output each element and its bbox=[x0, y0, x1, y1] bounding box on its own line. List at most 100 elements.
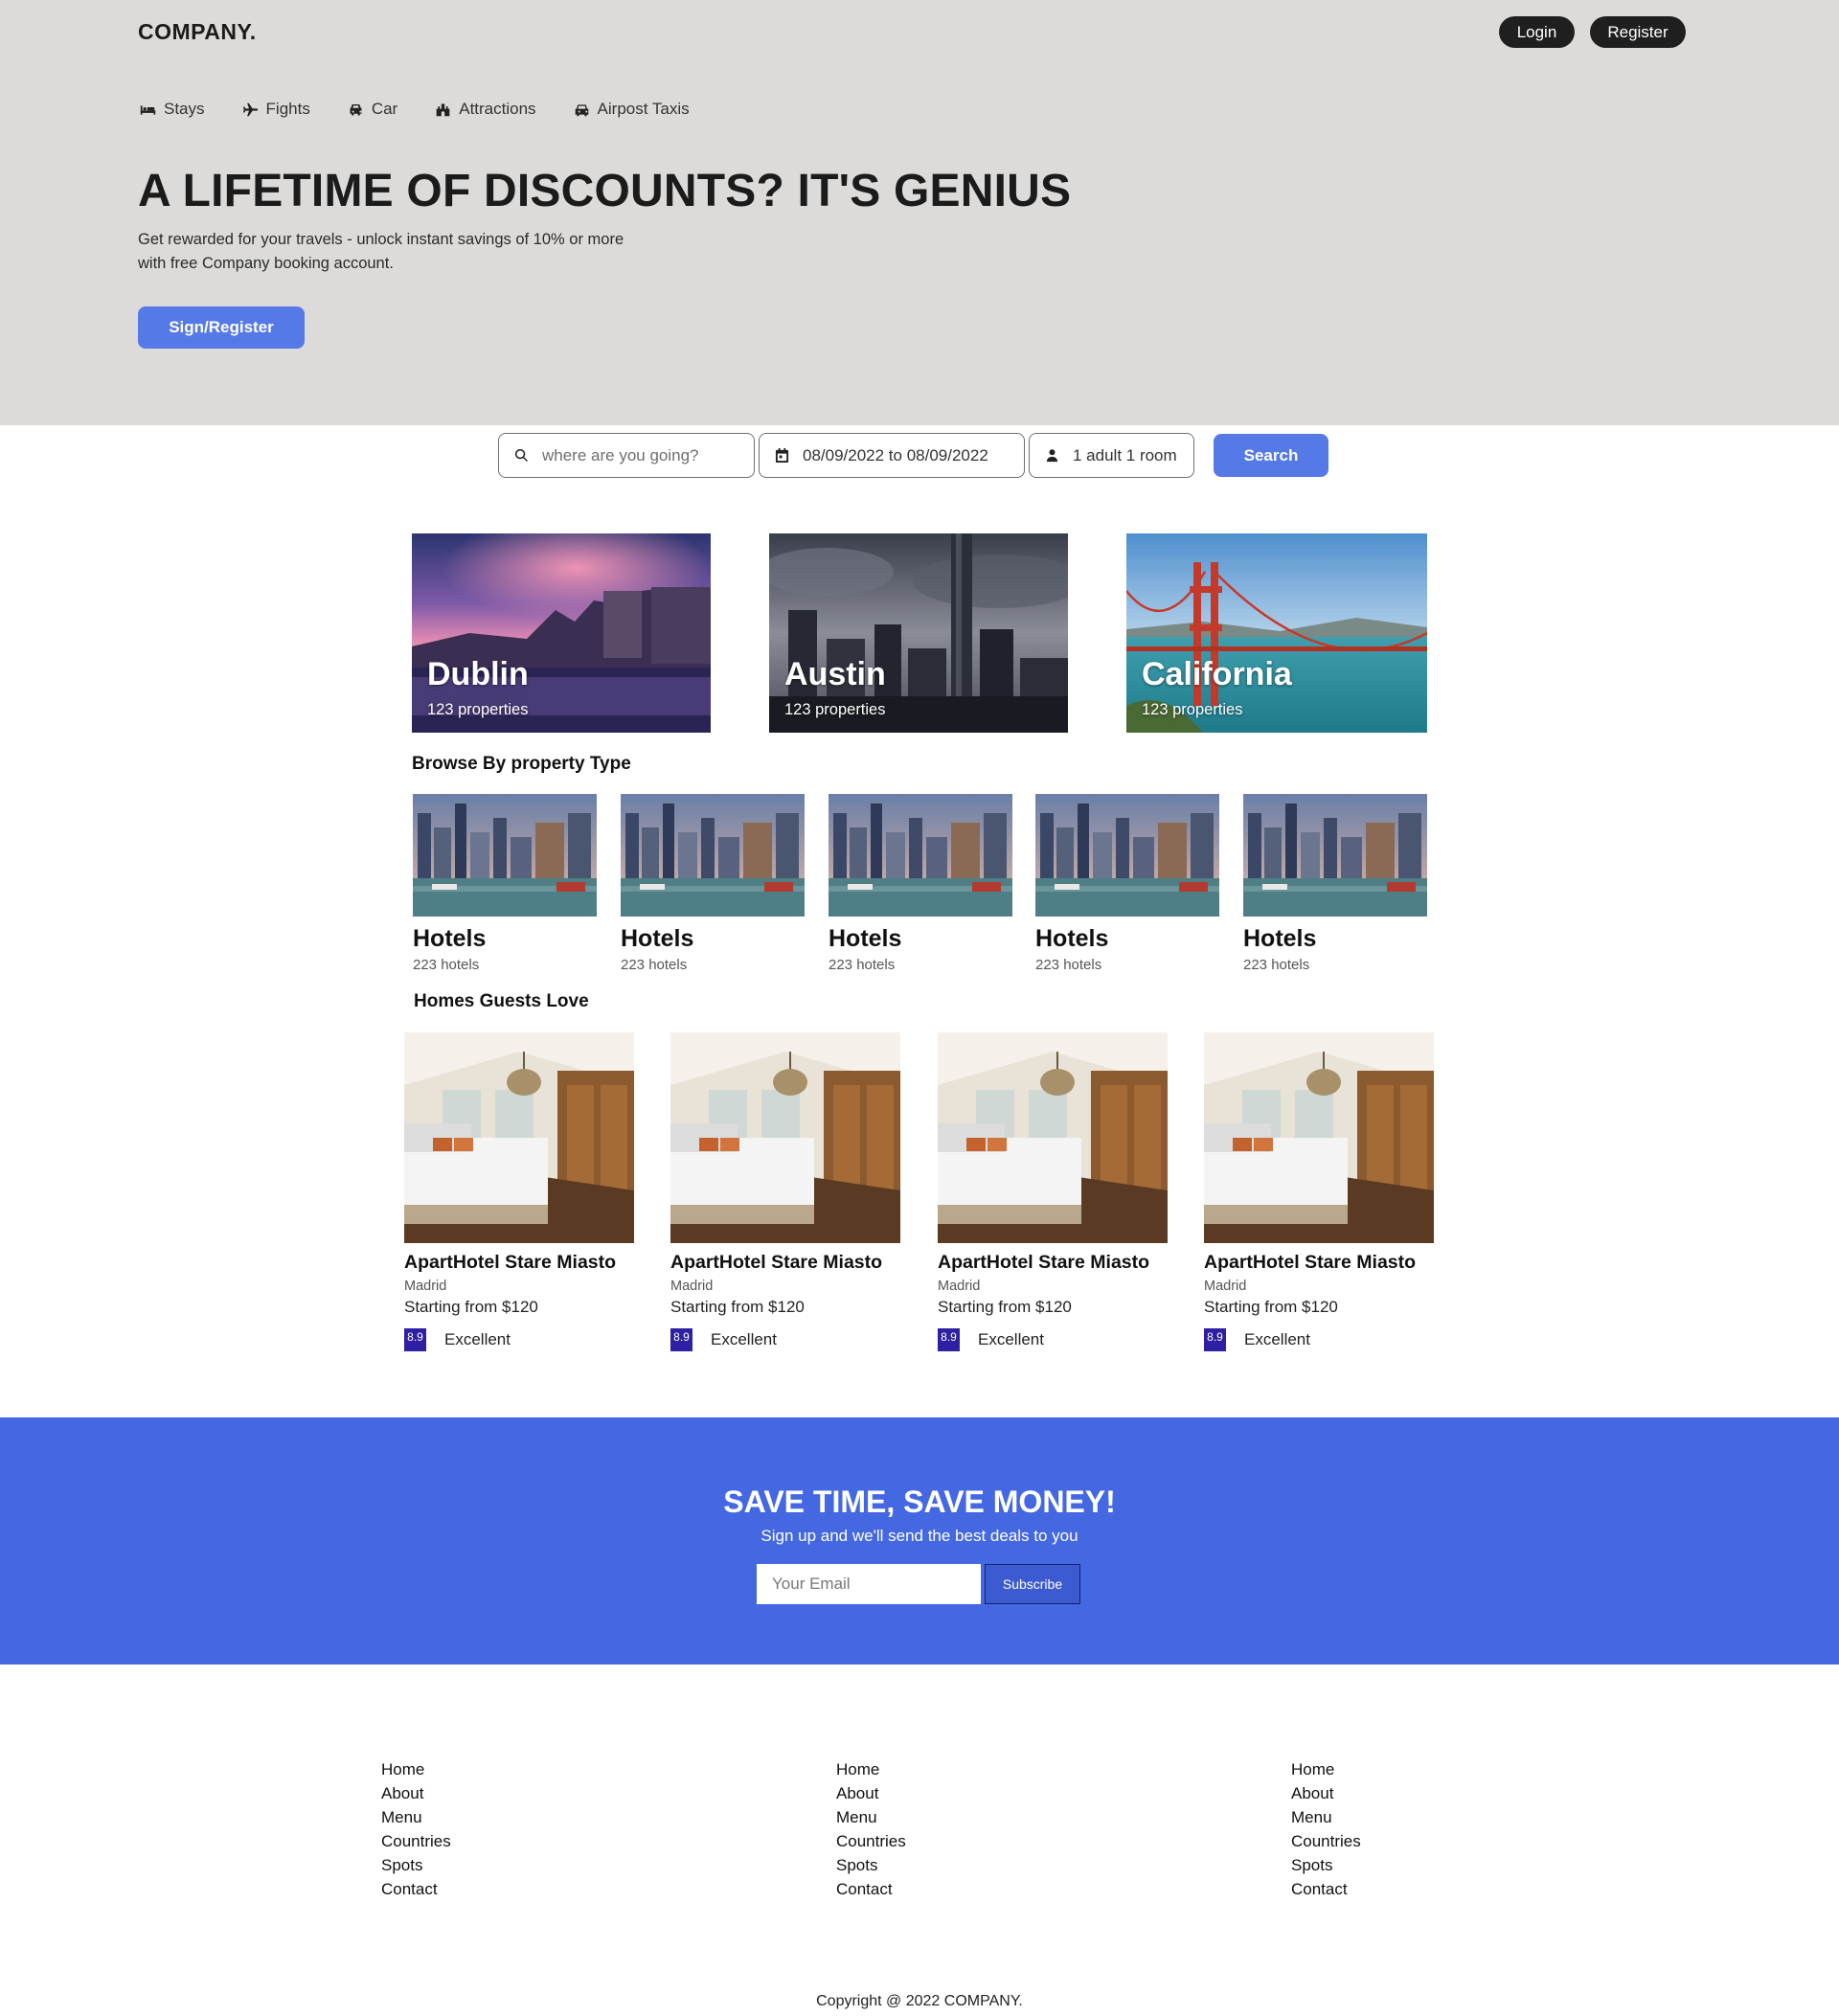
nav-label: Airpost Taxis bbox=[597, 100, 690, 118]
home-city: Madrid bbox=[1204, 1279, 1247, 1294]
nav-item-attractions[interactable]: Attractions bbox=[435, 100, 536, 119]
rating-label: Excellent bbox=[1244, 1330, 1310, 1348]
property-type-name: Hotels bbox=[413, 925, 487, 952]
nav-item-flights[interactable]: Fights bbox=[242, 100, 310, 119]
city-card-california[interactable]: California 123 properties bbox=[1126, 533, 1427, 733]
footer-column: Home About Menu Countries Spots Contact bbox=[836, 1757, 906, 1901]
nav-item-stays[interactable]: Stays bbox=[140, 100, 205, 119]
home-name: ApartHotel Stare Miasto bbox=[938, 1252, 1150, 1273]
footer-link-countries[interactable]: Countries bbox=[836, 1829, 906, 1853]
home-city: Madrid bbox=[670, 1279, 714, 1294]
property-type-card[interactable]: Hotels 223 hotels bbox=[829, 794, 1012, 973]
rating-score-badge: 8.9 bbox=[938, 1328, 960, 1351]
home-rating: 8.9 Excellent bbox=[938, 1328, 1168, 1351]
home-price: Starting from $120 bbox=[404, 1298, 538, 1316]
bedroom-photo bbox=[670, 1032, 900, 1243]
footer-link-about[interactable]: About bbox=[836, 1781, 906, 1805]
guests-field[interactable]: 1 adult 1 room bbox=[1029, 433, 1194, 478]
rating-score-badge: 8.9 bbox=[670, 1328, 692, 1351]
home-price: Starting from $120 bbox=[938, 1298, 1072, 1316]
hotel-photo bbox=[413, 794, 597, 917]
calendar-icon bbox=[775, 448, 789, 463]
login-button[interactable]: Login bbox=[1499, 16, 1575, 48]
home-rating: 8.9 Excellent bbox=[404, 1328, 634, 1351]
city-name: California bbox=[1142, 656, 1292, 692]
rating-label: Excellent bbox=[711, 1330, 777, 1348]
hero-title: A LIFETIME OF DISCOUNTS? IT'S GENIUS bbox=[138, 166, 1072, 216]
nav-label: Attractions bbox=[459, 100, 536, 118]
home-city: Madrid bbox=[938, 1279, 981, 1294]
footer-link-spots[interactable]: Spots bbox=[381, 1853, 451, 1877]
city-card-austin[interactable]: Austin 123 properties bbox=[769, 533, 1068, 733]
footer-link-contact[interactable]: Contact bbox=[836, 1877, 906, 1901]
city-properties-count: 123 properties bbox=[784, 701, 886, 718]
newsletter-form: Your Email Subscribe bbox=[757, 1564, 1080, 1604]
rating-label: Excellent bbox=[444, 1330, 511, 1348]
footer-link-countries[interactable]: Countries bbox=[1291, 1829, 1361, 1853]
property-type-count: 223 hotels bbox=[413, 957, 480, 973]
bedroom-photo bbox=[938, 1032, 1168, 1243]
property-type-card[interactable]: Hotels 223 hotels bbox=[621, 794, 805, 973]
person-icon bbox=[1046, 449, 1058, 463]
property-types-title: Browse By property Type bbox=[412, 754, 631, 774]
footer-link-spots[interactable]: Spots bbox=[1291, 1853, 1361, 1877]
homes-guests-love-title: Homes Guests Love bbox=[414, 991, 589, 1011]
home-name: ApartHotel Stare Miasto bbox=[404, 1252, 617, 1273]
footer-link-menu[interactable]: Menu bbox=[381, 1805, 451, 1829]
property-type-name: Hotels bbox=[829, 925, 902, 952]
category-nav: Stays Fights Car Attractions Airpost Tax… bbox=[140, 100, 727, 119]
city-properties-count: 123 properties bbox=[427, 701, 529, 718]
nav-item-car[interactable]: Car bbox=[348, 100, 397, 119]
property-type-card[interactable]: Hotels 223 hotels bbox=[1035, 794, 1219, 973]
property-type-count: 223 hotels bbox=[1243, 957, 1310, 973]
home-card[interactable]: ApartHotel Stare Miasto Madrid Starting … bbox=[670, 1032, 900, 1351]
property-type-card[interactable]: Hotels 223 hotels bbox=[1243, 794, 1427, 973]
destination-field[interactable] bbox=[498, 433, 755, 478]
footer-link-about[interactable]: About bbox=[381, 1781, 451, 1805]
footer-link-about[interactable]: About bbox=[1291, 1781, 1361, 1805]
sign-register-button[interactable]: Sign/Register bbox=[138, 306, 305, 349]
destination-input[interactable] bbox=[542, 445, 715, 465]
taxi-icon bbox=[575, 103, 588, 116]
guests-value: 1 adult 1 room bbox=[1073, 445, 1177, 464]
auth-buttons: Login Register bbox=[1499, 16, 1686, 48]
footer-link-home[interactable]: Home bbox=[836, 1757, 906, 1781]
property-type-name: Hotels bbox=[621, 925, 694, 952]
date-field[interactable]: 08/09/2022 to 08/09/2022 bbox=[759, 433, 1025, 478]
footer-column: Home About Menu Countries Spots Contact bbox=[1291, 1757, 1361, 1901]
plane-icon bbox=[242, 102, 258, 116]
search-button[interactable]: Search bbox=[1214, 434, 1328, 477]
home-name: ApartHotel Stare Miasto bbox=[670, 1252, 883, 1273]
footer-link-contact[interactable]: Contact bbox=[1291, 1877, 1361, 1901]
footer-link-home[interactable]: Home bbox=[381, 1757, 451, 1781]
home-card[interactable]: ApartHotel Stare Miasto Madrid Starting … bbox=[938, 1032, 1168, 1351]
nav-item-airport-taxis[interactable]: Airpost Taxis bbox=[574, 100, 690, 119]
property-type-count: 223 hotels bbox=[829, 957, 896, 973]
hotel-photo bbox=[829, 794, 1012, 917]
register-button[interactable]: Register bbox=[1590, 16, 1686, 48]
date-range-value: 08/09/2022 to 08/09/2022 bbox=[803, 445, 988, 464]
newsletter-section: SAVE TIME, SAVE MONEY! Sign up and we'll… bbox=[0, 1417, 1839, 1665]
car-icon bbox=[350, 103, 362, 115]
property-type-count: 223 hotels bbox=[1035, 957, 1102, 973]
rating-score-badge: 8.9 bbox=[1204, 1328, 1226, 1351]
home-card[interactable]: ApartHotel Stare Miasto Madrid Starting … bbox=[404, 1032, 634, 1351]
footer-link-menu[interactable]: Menu bbox=[1291, 1805, 1361, 1829]
footer-link-home[interactable]: Home bbox=[1291, 1757, 1361, 1781]
property-type-name: Hotels bbox=[1243, 925, 1317, 952]
brand-logo[interactable]: COMPANY. bbox=[138, 19, 257, 45]
footer-link-contact[interactable]: Contact bbox=[381, 1877, 451, 1901]
rating-label: Excellent bbox=[978, 1330, 1044, 1348]
footer-link-menu[interactable]: Menu bbox=[836, 1805, 906, 1829]
city-card-dublin[interactable]: Dublin 123 properties bbox=[412, 533, 711, 733]
footer-link-spots[interactable]: Spots bbox=[836, 1853, 906, 1877]
home-card[interactable]: ApartHotel Stare Miasto Madrid Starting … bbox=[1204, 1032, 1434, 1351]
search-bar: 08/09/2022 to 08/09/2022 1 adult 1 room … bbox=[498, 433, 1328, 478]
subscribe-button[interactable]: Subscribe bbox=[985, 1564, 1080, 1604]
home-rating: 8.9 Excellent bbox=[1204, 1328, 1434, 1351]
nav-label: Fights bbox=[265, 100, 310, 118]
copyright-text: Copyright @ 2022 COMPANY. bbox=[816, 1993, 1023, 2009]
property-type-card[interactable]: Hotels 223 hotels bbox=[413, 794, 597, 973]
email-input[interactable]: Your Email bbox=[757, 1564, 981, 1604]
footer-link-countries[interactable]: Countries bbox=[381, 1829, 451, 1853]
